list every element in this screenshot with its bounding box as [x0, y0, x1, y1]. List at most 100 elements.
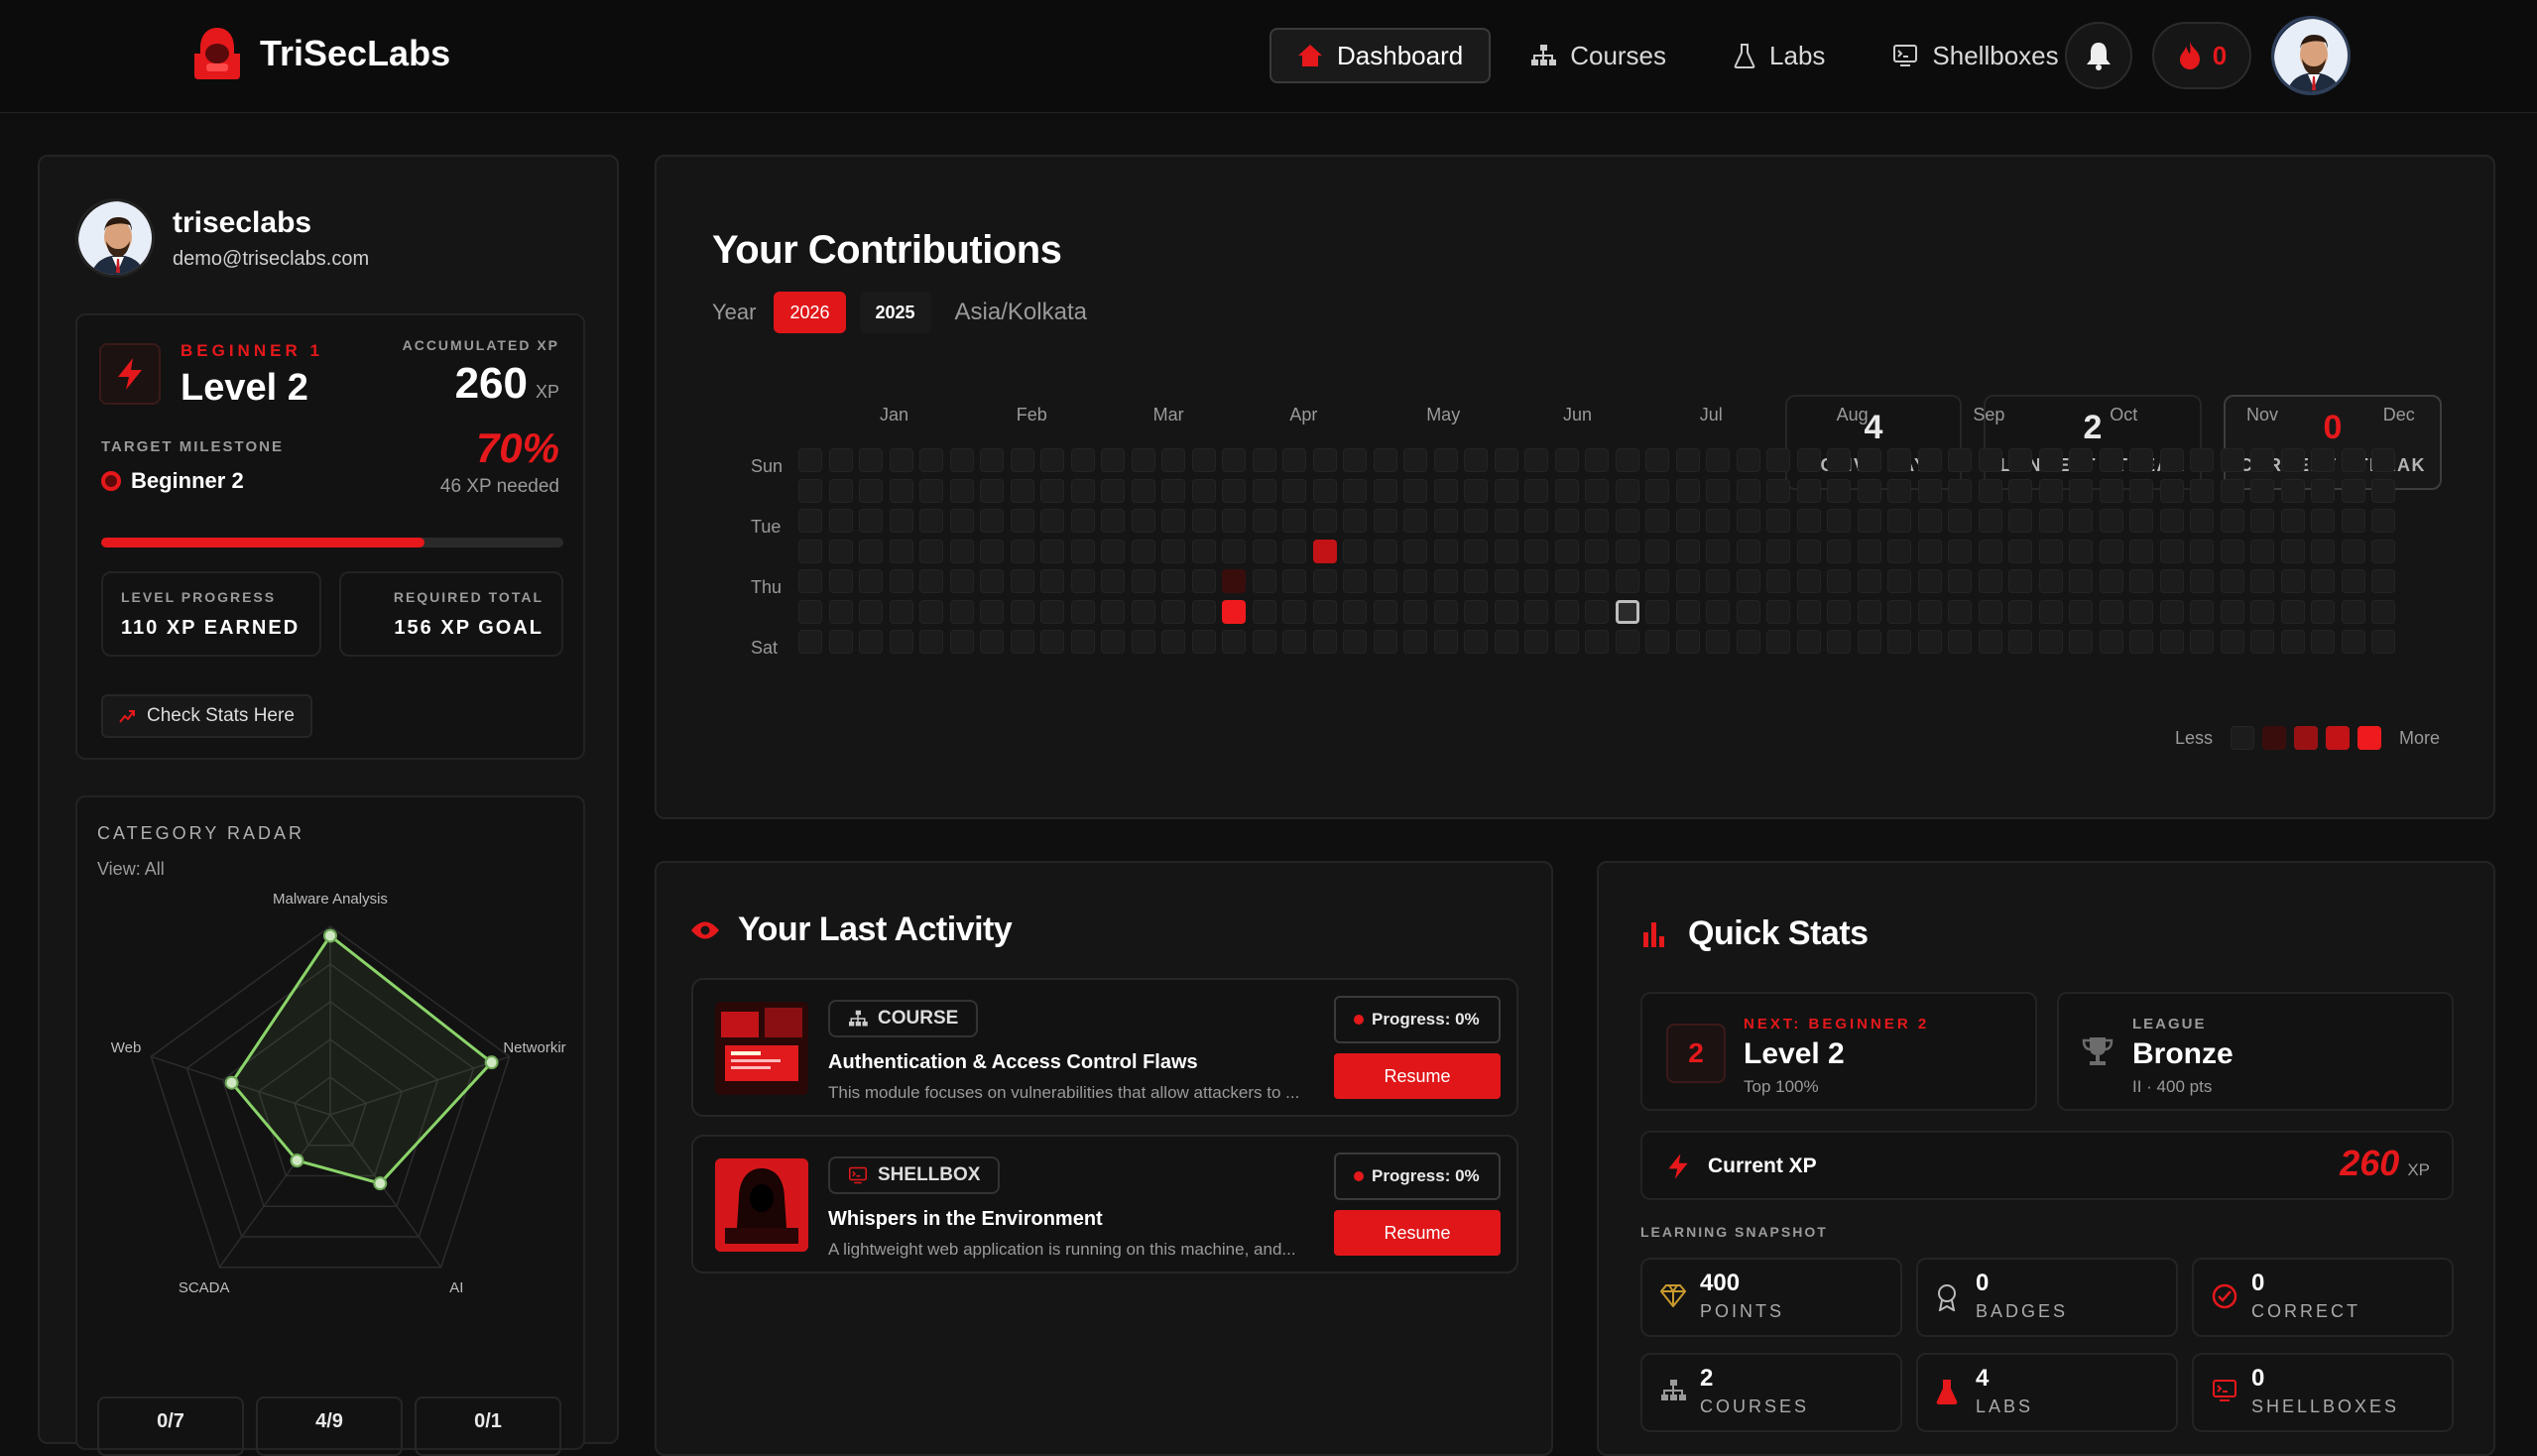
- heatmap-cell[interactable]: [1312, 539, 1337, 563]
- heatmap-cell[interactable]: [1585, 569, 1609, 593]
- heatmap-cell[interactable]: [1282, 539, 1306, 563]
- heatmap-cell[interactable]: [1615, 478, 1639, 503]
- heatmap-cell[interactable]: [1948, 478, 1972, 503]
- heatmap-cell[interactable]: [1312, 569, 1337, 593]
- heatmap-cell[interactable]: [1010, 630, 1034, 654]
- heatmap-cell[interactable]: [1887, 509, 1911, 533]
- heatmap-cell[interactable]: [1101, 509, 1125, 533]
- heatmap-cell[interactable]: [2069, 630, 2093, 654]
- heatmap-cell[interactable]: [980, 509, 1004, 533]
- heatmap-cell[interactable]: [1554, 569, 1579, 593]
- heatmap-cell[interactable]: [949, 478, 974, 503]
- heatmap-cell[interactable]: [1675, 448, 1700, 472]
- heatmap-cell[interactable]: [1131, 569, 1155, 593]
- heatmap-cell[interactable]: [1403, 630, 1427, 654]
- heatmap-cell[interactable]: [1070, 569, 1095, 593]
- heatmap-cell[interactable]: [1675, 539, 1700, 563]
- heatmap-cell[interactable]: [889, 569, 913, 593]
- heatmap-cell[interactable]: [1312, 448, 1337, 472]
- heatmap-cell[interactable]: [980, 478, 1004, 503]
- heatmap-cell[interactable]: [1131, 630, 1155, 654]
- heatmap-cell[interactable]: [1433, 478, 1458, 503]
- heatmap-cell[interactable]: [1070, 478, 1095, 503]
- heatmap-cell[interactable]: [2220, 539, 2244, 563]
- heatmap-cell[interactable]: [1736, 448, 1760, 472]
- heatmap-cell[interactable]: [1887, 630, 1911, 654]
- heatmap-cell[interactable]: [1554, 509, 1579, 533]
- heatmap-cell[interactable]: [2038, 509, 2063, 533]
- heatmap-cell[interactable]: [1070, 539, 1095, 563]
- heatmap-cell[interactable]: [1252, 599, 1276, 624]
- heatmap-cell[interactable]: [1766, 509, 1790, 533]
- heatmap-cell[interactable]: [1615, 509, 1639, 533]
- heatmap-cell[interactable]: [2159, 478, 2184, 503]
- heatmap-cell[interactable]: [1766, 630, 1790, 654]
- heatmap-cell[interactable]: [1161, 478, 1185, 503]
- heatmap-cell[interactable]: [2220, 630, 2244, 654]
- heatmap-cell[interactable]: [1252, 630, 1276, 654]
- heatmap-cell[interactable]: [1222, 448, 1246, 472]
- heatmap-cell[interactable]: [1343, 539, 1367, 563]
- heatmap-cell[interactable]: [2069, 448, 2093, 472]
- heatmap-cell[interactable]: [1675, 569, 1700, 593]
- logo[interactable]: TriSecLabs: [188, 24, 450, 83]
- heatmap-cell[interactable]: [1222, 478, 1246, 503]
- heatmap-cell[interactable]: [1857, 509, 1881, 533]
- heatmap-cell[interactable]: [1917, 569, 1942, 593]
- heatmap-cell[interactable]: [2008, 478, 2032, 503]
- heatmap-cell[interactable]: [2280, 630, 2305, 654]
- heatmap-cell[interactable]: [1131, 509, 1155, 533]
- heatmap-cell[interactable]: [1948, 539, 1972, 563]
- heatmap-cell[interactable]: [1101, 630, 1125, 654]
- heatmap-cell[interactable]: [889, 509, 913, 533]
- nav-labs[interactable]: Labs: [1706, 28, 1853, 83]
- heatmap-cell[interactable]: [1887, 448, 1911, 472]
- heatmap-cell[interactable]: [1887, 569, 1911, 593]
- heatmap-cell[interactable]: [1978, 599, 2002, 624]
- heatmap-cell[interactable]: [2250, 478, 2274, 503]
- heatmap-cell[interactable]: [1040, 478, 1064, 503]
- heatmap-cell[interactable]: [1312, 630, 1337, 654]
- heatmap-cell[interactable]: [919, 448, 943, 472]
- heatmap-cell[interactable]: [1917, 539, 1942, 563]
- heatmap-cell[interactable]: [2129, 569, 2153, 593]
- heatmap-cell[interactable]: [828, 569, 853, 593]
- heatmap-cell[interactable]: [1433, 448, 1458, 472]
- heatmap-cell[interactable]: [1403, 539, 1427, 563]
- heatmap-cell[interactable]: [1706, 448, 1730, 472]
- heatmap-cell[interactable]: [949, 630, 974, 654]
- heatmap-cell[interactable]: [1524, 509, 1548, 533]
- heatmap-cell[interactable]: [1161, 630, 1185, 654]
- heatmap-cell[interactable]: [1645, 539, 1669, 563]
- heatmap-cell[interactable]: [2129, 509, 2153, 533]
- heatmap-cell[interactable]: [1706, 630, 1730, 654]
- heatmap-cell[interactable]: [1373, 478, 1397, 503]
- radar-point[interactable]: [323, 928, 337, 943]
- heatmap-cell[interactable]: [1766, 448, 1790, 472]
- heatmap-cell[interactable]: [1040, 448, 1064, 472]
- heatmap-cell[interactable]: [1948, 569, 1972, 593]
- heatmap-cell[interactable]: [1010, 448, 1034, 472]
- heatmap-cell[interactable]: [859, 569, 883, 593]
- heatmap-cell[interactable]: [1131, 539, 1155, 563]
- heatmap-cell[interactable]: [2099, 478, 2123, 503]
- heatmap-cell[interactable]: [1978, 509, 2002, 533]
- heatmap-cell[interactable]: [1161, 448, 1185, 472]
- heatmap-cell[interactable]: [1282, 448, 1306, 472]
- heatmap-cell[interactable]: [1464, 569, 1488, 593]
- heatmap-cell[interactable]: [949, 509, 974, 533]
- heatmap-cell[interactable]: [1736, 509, 1760, 533]
- heatmap-cell[interactable]: [2129, 478, 2153, 503]
- heatmap-cell[interactable]: [1494, 448, 1518, 472]
- streak-button[interactable]: 0: [2152, 22, 2251, 89]
- heatmap-cell[interactable]: [2341, 569, 2365, 593]
- heatmap-cell[interactable]: [1343, 478, 1367, 503]
- heatmap-cell[interactable]: [2038, 448, 2063, 472]
- heatmap-cell[interactable]: [2038, 599, 2063, 624]
- heatmap-cell[interactable]: [1917, 509, 1942, 533]
- heatmap-cell[interactable]: [2159, 599, 2184, 624]
- heatmap-cell[interactable]: [1827, 448, 1851, 472]
- heatmap-cell[interactable]: [2038, 539, 2063, 563]
- heatmap-cell[interactable]: [1373, 509, 1397, 533]
- heatmap-cell[interactable]: [2099, 448, 2123, 472]
